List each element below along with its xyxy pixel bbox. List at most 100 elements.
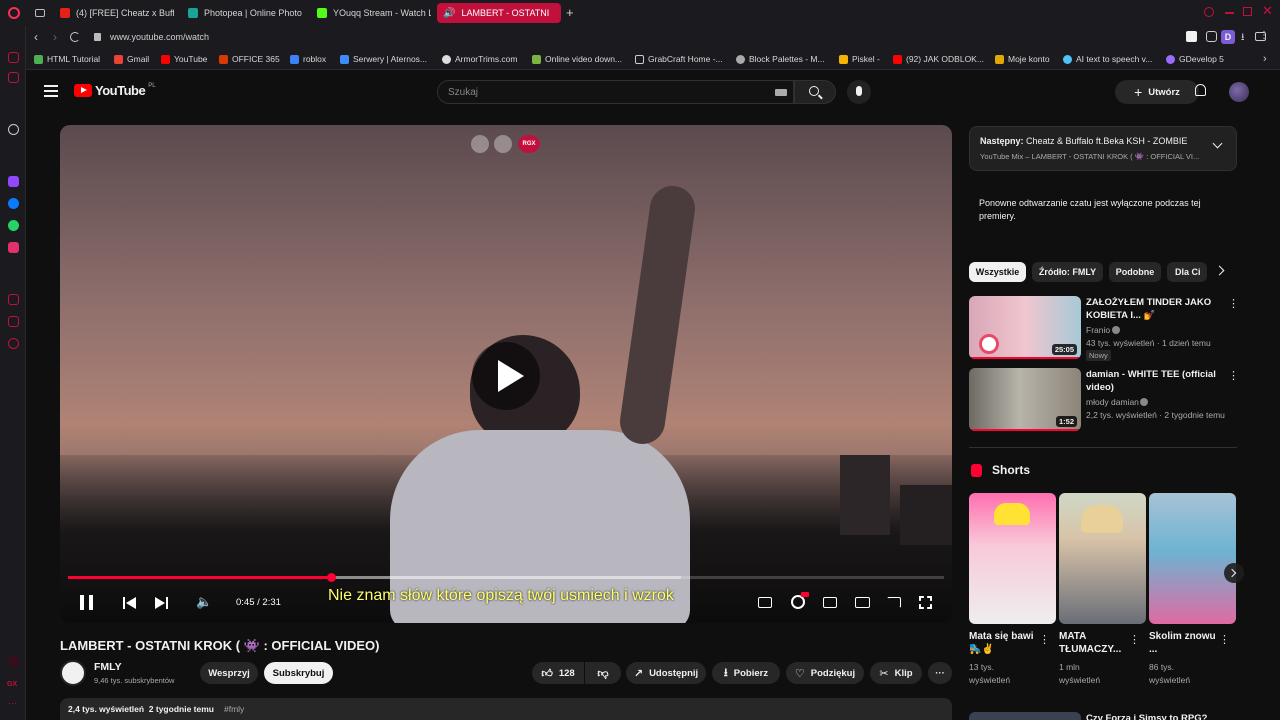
fullscreen-icon[interactable] (919, 596, 932, 609)
subscribe-button[interactable]: Subskrybuj (264, 662, 333, 684)
pip-overlay-icon[interactable] (494, 135, 512, 153)
tab-2[interactable]: Photopea | Online Photo E (182, 3, 302, 23)
up-next-panel[interactable]: Następny: Cheatz & Buffalo ft.Beka KSH -… (969, 126, 1237, 171)
gx-icon[interactable]: GX (7, 681, 17, 688)
dislike-button[interactable]: 👎︎ (585, 662, 621, 684)
news-icon[interactable] (8, 72, 19, 83)
close-window-icon[interactable]: ✕ (1262, 3, 1273, 19)
opera-logo-icon[interactable] (8, 7, 20, 19)
progress-bar[interactable] (68, 573, 944, 582)
more-vert-icon[interactable]: ⋮ (1228, 297, 1239, 310)
recommended-title[interactable]: ZAŁOŻYŁEM TINDER JAKO KOBIETA I... 💅 (1086, 296, 1226, 322)
pause-icon[interactable] (80, 595, 94, 610)
previous-icon[interactable] (123, 597, 137, 609)
bookmarks-more-icon[interactable]: › (1263, 53, 1267, 65)
record-icon[interactable] (8, 656, 19, 667)
url-field[interactable]: www.youtube.com/watch (110, 32, 209, 42)
chip-source[interactable]: Źródło: FMLY (1032, 262, 1103, 282)
like-button[interactable]: 👍︎ 128 (532, 662, 584, 684)
whatsapp-icon[interactable] (8, 220, 19, 231)
voice-search-button[interactable] (847, 80, 871, 104)
more-vert-icon[interactable]: ⋮ (1219, 633, 1230, 646)
search-tabs-icon[interactable] (1204, 7, 1214, 17)
reload-icon[interactable] (70, 32, 80, 42)
short-thumbnail[interactable] (1059, 493, 1146, 624)
tab-3[interactable]: YOuqq Stream - Watch Li (311, 3, 431, 23)
create-button[interactable]: + Utwórz (1115, 80, 1199, 104)
tab-1[interactable]: (4) [FREE] Cheatz x Buffa (54, 3, 174, 23)
miniplayer-icon[interactable] (823, 597, 837, 608)
bookmark-item[interactable]: Piskel - (839, 54, 880, 64)
more-vert-icon[interactable]: ⋮ (1228, 369, 1239, 382)
bookmark-item[interactable]: OFFICE 365 (219, 54, 280, 64)
bookmark-item[interactable]: GDevelop 5 (1166, 54, 1224, 64)
more-vert-icon[interactable]: ⋮ (1129, 633, 1140, 646)
bookmark-item[interactable]: HTML Tutorial (34, 54, 100, 64)
short-thumbnail[interactable] (1149, 493, 1236, 624)
bookmark-item[interactable]: Moje konto (995, 54, 1050, 64)
search-button[interactable] (794, 80, 836, 104)
short-title[interactable]: Mata się bawi🛼✌️ (969, 630, 1039, 656)
chip-all[interactable]: Wszystkie (969, 262, 1026, 282)
account-avatar[interactable] (1229, 82, 1249, 102)
bookmark-item[interactable]: ArmorTrims.com (442, 54, 517, 64)
theater-mode-icon[interactable] (855, 597, 870, 608)
extensions-icon[interactable] (8, 316, 19, 327)
recommended-title[interactable]: Czy Forza i Simsy to RPG? (1086, 712, 1226, 720)
subtitles-cc-icon[interactable] (758, 597, 772, 608)
profile-avatar[interactable]: D (1221, 30, 1235, 44)
messenger-icon[interactable] (8, 198, 19, 209)
new-tab-button[interactable]: + (566, 5, 574, 20)
recommended-channel[interactable]: młody damian (1086, 397, 1139, 407)
scrubber-handle[interactable] (326, 573, 336, 582)
bookmark-item[interactable]: GrabCraft Home -... (635, 54, 723, 64)
video-player[interactable]: RGX 🔈 0:45 / 2:31 Nie znam słów które op… (60, 125, 952, 623)
video-thumbnail[interactable] (969, 712, 1081, 720)
center-play-button[interactable] (472, 342, 540, 410)
tab-menu-icon[interactable] (35, 9, 45, 17)
apps-icon[interactable] (8, 294, 19, 305)
keyboard-icon[interactable] (775, 89, 787, 96)
tab-4-active[interactable]: 🔊 LAMBERT - OSTATNI (437, 3, 561, 23)
chip-similar[interactable]: Podobne (1109, 262, 1161, 282)
more-vert-icon[interactable]: ⋮ (1039, 633, 1050, 646)
forward-icon[interactable]: › (53, 30, 57, 44)
download-button[interactable]: ⭳ Pobierz (712, 662, 780, 684)
description-tag[interactable]: #fmly (224, 704, 244, 714)
miniplayer-overlay-icon[interactable] (471, 135, 489, 153)
recommended-channel[interactable]: Franio (1086, 325, 1110, 335)
short-thumbnail[interactable] (969, 493, 1056, 624)
rgx-overlay-badge[interactable]: RGX (518, 135, 540, 153)
maximize-icon[interactable] (1243, 7, 1252, 16)
extension-icon[interactable] (1186, 31, 1197, 42)
bookmark-item[interactable]: (92) JAK ODBLOK... (893, 54, 984, 64)
bookmark-item[interactable]: AI text to speech v... (1063, 54, 1152, 64)
volume-icon[interactable]: 🔈 (196, 594, 212, 610)
video-thumbnail[interactable]: 25:05 (969, 296, 1081, 359)
bookmark-item[interactable]: roblox (290, 54, 326, 64)
channel-avatar[interactable] (60, 660, 86, 686)
minimize-icon[interactable] (1225, 12, 1234, 14)
instagram-icon[interactable] (8, 242, 19, 253)
support-button[interactable]: Wesprzyj (200, 662, 258, 684)
bookmark-item[interactable]: Serwery | Aternos... (340, 54, 427, 64)
bookmark-item[interactable]: Block Palettes - M... (736, 54, 825, 64)
chips-next-icon[interactable] (1214, 265, 1225, 276)
cast-icon[interactable] (887, 597, 901, 608)
short-title[interactable]: MATA TŁUMACZY... (1059, 630, 1129, 656)
recommended-title[interactable]: damian - WHITE TEE (official video) (1086, 368, 1226, 394)
ai-aria-icon[interactable] (8, 124, 19, 135)
download-icon[interactable]: ⭳ (1241, 30, 1245, 47)
thanks-button[interactable]: ♡ Podziękuj (786, 662, 864, 684)
hamburger-menu-icon[interactable] (44, 85, 58, 97)
video-thumbnail[interactable]: 1:52 (969, 368, 1081, 431)
notifications-bell-icon[interactable] (1195, 84, 1206, 96)
back-icon[interactable]: ‹ (34, 30, 38, 44)
clip-button[interactable]: ✂ Klip (870, 662, 922, 684)
bookmark-item[interactable]: YouTube (161, 54, 207, 64)
search-input[interactable]: Szukaj (437, 80, 794, 104)
description-box[interactable]: 2,4 tys. wyświetleń 2 tygodnie temu #fml… (60, 698, 952, 720)
sidebar-more-icon[interactable]: ··· (8, 698, 17, 708)
next-icon[interactable] (155, 597, 169, 609)
shopping-icon[interactable] (8, 52, 19, 63)
